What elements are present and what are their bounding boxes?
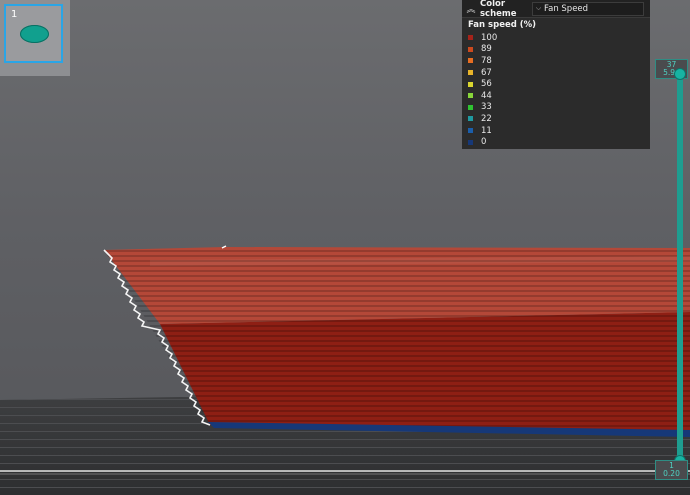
legend-swatch (468, 128, 473, 134)
legend-swatch (468, 116, 473, 122)
plate-thumbnail[interactable]: 1 (4, 4, 63, 63)
legend-swatch (468, 46, 473, 52)
color-scheme-selected-value: Fan Speed (544, 3, 589, 14)
plate-object-preview (20, 25, 49, 43)
legend-item: 44 (468, 90, 650, 102)
legend-title: Fan speed (%) (468, 20, 537, 30)
legend-item: 11 (468, 125, 650, 137)
legend-item: 33 (468, 102, 650, 114)
plate-index: 1 (11, 9, 18, 20)
layer-range-slider[interactable]: 37 5.96 1 0.20 (655, 59, 690, 480)
legend-swatch (468, 70, 473, 76)
legend-item: 78 (468, 55, 650, 67)
3d-viewport[interactable]: 1 ︽ Color scheme ⌵ Fan Speed Fan speed (… (0, 0, 690, 495)
legend-swatch (468, 35, 473, 41)
legend-swatch (468, 93, 473, 99)
chevron-down-icon: ⌵ (535, 4, 542, 12)
legend-item: 89 (468, 44, 650, 56)
legend-swatch (468, 81, 473, 87)
legend-header: ︽ Color scheme ⌵ Fan Speed (462, 0, 650, 19)
legend-item: 22 (468, 113, 650, 125)
color-scheme-legend: ︽ Color scheme ⌵ Fan Speed Fan speed (%)… (462, 0, 650, 149)
legend-swatch (468, 104, 473, 110)
legend-list: 100 89 78 67 56 44 33 22 11 0 (462, 31, 650, 148)
legend-item: 100 (468, 32, 650, 44)
legend-item: 56 (468, 78, 650, 90)
top-layer-handle[interactable] (675, 69, 685, 79)
layer-slider-track[interactable] (677, 74, 683, 462)
bottom-layer-readout: 1 0.20 (655, 460, 688, 480)
color-scheme-label: Color scheme (480, 0, 517, 19)
plate-thumbnail-panel: 1 (0, 0, 70, 76)
legend-swatch (468, 58, 473, 64)
bottom-layer-height: 0.20 (663, 469, 680, 478)
legend-item: 67 (468, 67, 650, 79)
legend-item: 0 (468, 136, 650, 148)
legend-swatch (468, 139, 473, 145)
collapse-chevron-icon[interactable]: ︽ (462, 2, 480, 15)
color-scheme-dropdown[interactable]: ⌵ Fan Speed (532, 1, 644, 16)
